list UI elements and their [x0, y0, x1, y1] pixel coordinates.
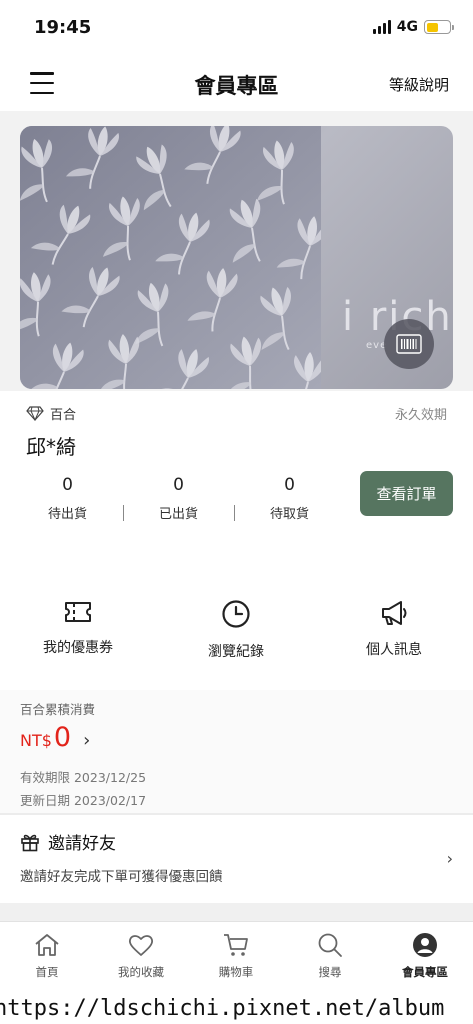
tab-label: 購物車 — [218, 965, 254, 979]
invite-description: 邀請好友完成下單可獲得優惠回饋 — [20, 869, 223, 885]
view-orders-button[interactable]: 查看訂單 — [360, 471, 453, 516]
order-stats: 0 待出貨 0 已出貨 0 待取貨 — [12, 475, 345, 525]
chevron-right-icon: › — [446, 849, 453, 868]
shortcut-messages[interactable]: 個人訊息 — [324, 599, 464, 659]
home-icon — [35, 934, 59, 956]
tier-row: 百合 — [26, 404, 76, 423]
tab-home[interactable]: 首頁 — [0, 932, 94, 980]
chevron-right-icon: › — [83, 730, 91, 751]
spending-section: 百合累積消費 NT$ 0 › 有效期限 2023/12/25 更新日期 2023… — [0, 690, 473, 813]
spending-expiry: 有效期限 2023/12/25 — [20, 770, 147, 785]
tab-label: 會員專區 — [402, 965, 448, 979]
stat-value: 0 — [284, 475, 295, 495]
cart-icon — [224, 934, 248, 956]
diamond-icon — [26, 406, 44, 421]
stat-label: 待出貨 — [47, 507, 87, 522]
status-time: 19:45 — [34, 17, 92, 38]
lily-pattern — [20, 126, 321, 389]
invite-title: 邀請好友 — [48, 834, 116, 854]
nav-bar: 會員專區 等級說明 — [0, 56, 473, 111]
gift-icon — [21, 834, 39, 851]
status-bar: 19:45 4G — [0, 0, 473, 56]
tab-label: 我的收藏 — [118, 965, 164, 979]
spending-amount: 0 — [53, 722, 72, 753]
stat-pending-shipment[interactable]: 0 待出貨 — [12, 475, 123, 522]
shortcut-coupons[interactable]: 我的優惠券 — [8, 599, 148, 657]
tab-cart[interactable]: 購物車 — [189, 932, 283, 980]
menu-icon[interactable] — [30, 72, 54, 94]
member-card: i rich eve — [20, 126, 453, 389]
member-info-panel: 百合 永久效期 邱*綺 0 待出貨 0 已出貨 0 待取貨 查看訂單 — [0, 391, 473, 557]
signal-icon — [372, 20, 391, 34]
spending-currency: NT$ — [20, 731, 52, 750]
level-info-link[interactable]: 等級說明 — [389, 74, 449, 95]
battery-icon — [424, 20, 454, 34]
shortcut-row: 我的優惠券 瀏覽紀錄 個人訊息 — [0, 557, 473, 690]
spending-amount-link[interactable]: NT$ 0 › — [20, 722, 90, 753]
watermark-text: https://ldschichi.pixnet.net/album — [0, 996, 445, 1021]
tab-label: 搜尋 — [318, 965, 342, 979]
spending-updated: 更新日期 2023/02/17 — [20, 793, 147, 808]
url-watermark: https://ldschichi.pixnet.net/album — [0, 994, 473, 1024]
user-icon — [413, 933, 437, 957]
validity-text: 永久效期 — [394, 408, 447, 423]
status-indicators: 4G — [372, 19, 454, 35]
stat-label: 待取貨 — [269, 507, 309, 522]
stat-pending-pickup[interactable]: 0 待取貨 — [234, 475, 345, 522]
shortcut-label: 瀏覽紀錄 — [208, 644, 264, 660]
heart-icon — [128, 935, 154, 956]
invite-title-row: 邀請好友 — [20, 829, 116, 854]
megaphone-icon — [382, 601, 407, 625]
stat-value: 0 — [62, 475, 73, 495]
member-card-section: i rich eve 百合 永久效期 邱*綺 0 待出貨 0 已出貨 0 待取貨… — [0, 111, 473, 557]
shortcut-label: 我的優惠券 — [43, 640, 113, 656]
section-divider — [0, 903, 473, 921]
member-name: 邱*綺 — [26, 435, 76, 459]
spending-title: 百合累積消費 — [20, 702, 96, 717]
stat-value: 0 — [173, 475, 184, 495]
invite-friends[interactable]: 邀請好友 邀請好友完成下單可獲得優惠回饋 › — [0, 813, 473, 903]
stat-shipped[interactable]: 0 已出貨 — [123, 475, 234, 522]
clock-icon — [222, 600, 250, 628]
stat-label: 已出貨 — [158, 507, 198, 522]
barcode-icon — [396, 334, 422, 354]
tab-member[interactable]: 會員專區 — [378, 932, 472, 980]
tier-label: 百合 — [50, 408, 77, 423]
bottom-tab-bar: 首頁 我的收藏 購物車 搜尋 會員專區 — [0, 921, 473, 994]
coupon-icon — [65, 602, 91, 622]
tab-favorites[interactable]: 我的收藏 — [94, 932, 188, 980]
barcode-button[interactable] — [384, 319, 434, 369]
search-icon — [318, 933, 342, 957]
shortcut-history[interactable]: 瀏覽紀錄 — [166, 599, 306, 661]
shortcut-label: 個人訊息 — [366, 642, 422, 658]
tab-search[interactable]: 搜尋 — [283, 932, 377, 980]
tab-label: 首頁 — [35, 965, 59, 979]
network-label: 4G — [396, 19, 418, 35]
